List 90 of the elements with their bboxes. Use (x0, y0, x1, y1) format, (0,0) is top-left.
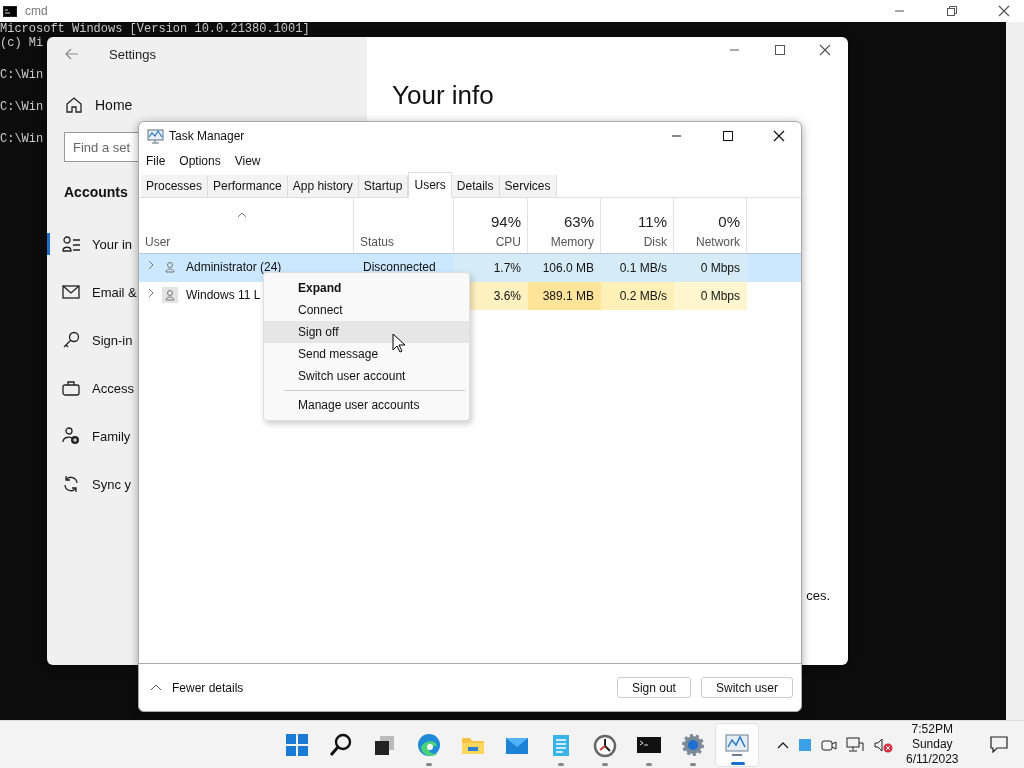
column-header[interactable]: Network (696, 235, 740, 249)
briefcase-icon (62, 379, 80, 397)
status-text: Disconnected (363, 260, 436, 274)
restore-icon[interactable] (945, 5, 958, 17)
column-header[interactable]: CPU (495, 235, 521, 249)
action-button[interactable]: Sign out (616, 677, 691, 698)
column-summary: 0% (718, 213, 740, 230)
console-line: C:\Win (0, 132, 44, 146)
clock-day[interactable]: Sunday (911, 737, 953, 752)
tab[interactable]: Services (499, 175, 557, 197)
nav-item[interactable]: Your in (92, 236, 132, 252)
camera-icon[interactable] (821, 737, 837, 752)
chevron-up-icon (150, 684, 162, 691)
tab[interactable]: Details (451, 175, 500, 197)
search-field[interactable]: Find a set (64, 132, 138, 162)
nav-item[interactable]: Family (92, 428, 131, 444)
clock-time[interactable]: 7:52PM (911, 722, 953, 737)
page-title: Your info (391, 79, 494, 111)
maximize-icon[interactable] (773, 44, 786, 56)
browser-icon (416, 731, 442, 758)
home-link[interactable]: Home (95, 97, 133, 113)
window-title: Task Manager (169, 129, 245, 143)
table-cell: 0 Mbps (674, 282, 747, 310)
menu-item[interactable]: View (230, 154, 265, 168)
volume-muted-icon[interactable] (873, 736, 893, 753)
key-icon (62, 331, 80, 349)
column-header[interactable]: User (145, 235, 171, 249)
menu-item[interactable]: File (142, 154, 170, 168)
console-line: Microsoft Windows [Version 10.0.21380.1001] (0, 22, 310, 36)
monitor-chart-icon (147, 128, 164, 144)
nav-item[interactable]: Sync y (92, 476, 131, 492)
back-arrow-icon[interactable] (65, 48, 79, 60)
user-icon (162, 287, 178, 303)
tab[interactable]: Users (408, 172, 452, 198)
user-icon (162, 259, 178, 275)
chevron-up-icon[interactable] (777, 740, 789, 749)
tab[interactable]: Startup (358, 175, 409, 197)
mail-icon (62, 283, 80, 301)
gear-icon (680, 731, 706, 758)
tab[interactable]: Performance (208, 175, 288, 197)
sync-icon (62, 475, 80, 493)
square-icon[interactable] (798, 737, 812, 752)
user-name: Administrator (24) (186, 260, 282, 274)
console-icon (3, 5, 17, 17)
fewer-details-link[interactable]: Fewer details (150, 680, 244, 695)
tab[interactable]: Processes (141, 175, 209, 197)
tab[interactable]: App history (287, 175, 359, 197)
nav-item[interactable]: Email & (92, 284, 137, 300)
mouse-cursor-icon (392, 333, 405, 353)
column-summary: 63% (563, 213, 594, 230)
column-summary: 94% (490, 213, 521, 230)
user-name: Windows 11 L (186, 288, 261, 302)
column-summary: 11% (638, 213, 667, 230)
column-header[interactable]: Status (360, 235, 395, 249)
section-heading: Accounts (64, 184, 128, 200)
table-cell: 106.0 MB (528, 254, 601, 282)
table-cell: 0.2 MB/s (601, 282, 674, 310)
console-line: C:\Win (0, 100, 44, 114)
window-title: Settings (109, 46, 156, 62)
notification-icon[interactable] (989, 736, 1008, 753)
table-cell: 0.1 MB/s (601, 254, 674, 282)
home-icon (65, 96, 83, 114)
network-icon[interactable] (846, 736, 864, 753)
account-list-icon (62, 235, 80, 253)
nav-item[interactable]: Sign-in (92, 332, 133, 348)
menu-item[interactable]: Sign off (264, 321, 469, 343)
body-text: ces. (806, 588, 830, 603)
console-line: (c) Mi (0, 36, 44, 50)
column-header[interactable]: Disk (643, 235, 667, 249)
close-icon[interactable] (772, 130, 785, 142)
menu-item[interactable]: Send message (264, 343, 469, 365)
close-icon[interactable] (818, 44, 831, 56)
table-cell: 1.7% (454, 254, 528, 282)
chevron-right-icon[interactable] (148, 288, 154, 298)
table-cell: 389.1 MB (528, 282, 601, 310)
action-button[interactable]: Switch user (700, 677, 793, 698)
monitor-chart-icon (724, 731, 750, 758)
menu-item[interactable]: Switch user account (264, 365, 469, 387)
clock-date[interactable]: 6/11/2023 (906, 752, 959, 767)
column-header[interactable]: Memory (550, 235, 594, 249)
maximize-icon[interactable] (721, 130, 734, 142)
console-line: C:\Win (0, 68, 44, 82)
family-icon (62, 427, 80, 445)
nav-item[interactable]: Access (92, 380, 134, 396)
window-title: cmd (25, 4, 48, 18)
chevron-right-icon[interactable] (148, 260, 154, 270)
close-icon[interactable] (997, 5, 1010, 17)
table-cell: 0 Mbps (674, 254, 747, 282)
menu-item[interactable]: Manage user accounts (264, 394, 469, 416)
menu-item[interactable]: Options (175, 154, 225, 168)
